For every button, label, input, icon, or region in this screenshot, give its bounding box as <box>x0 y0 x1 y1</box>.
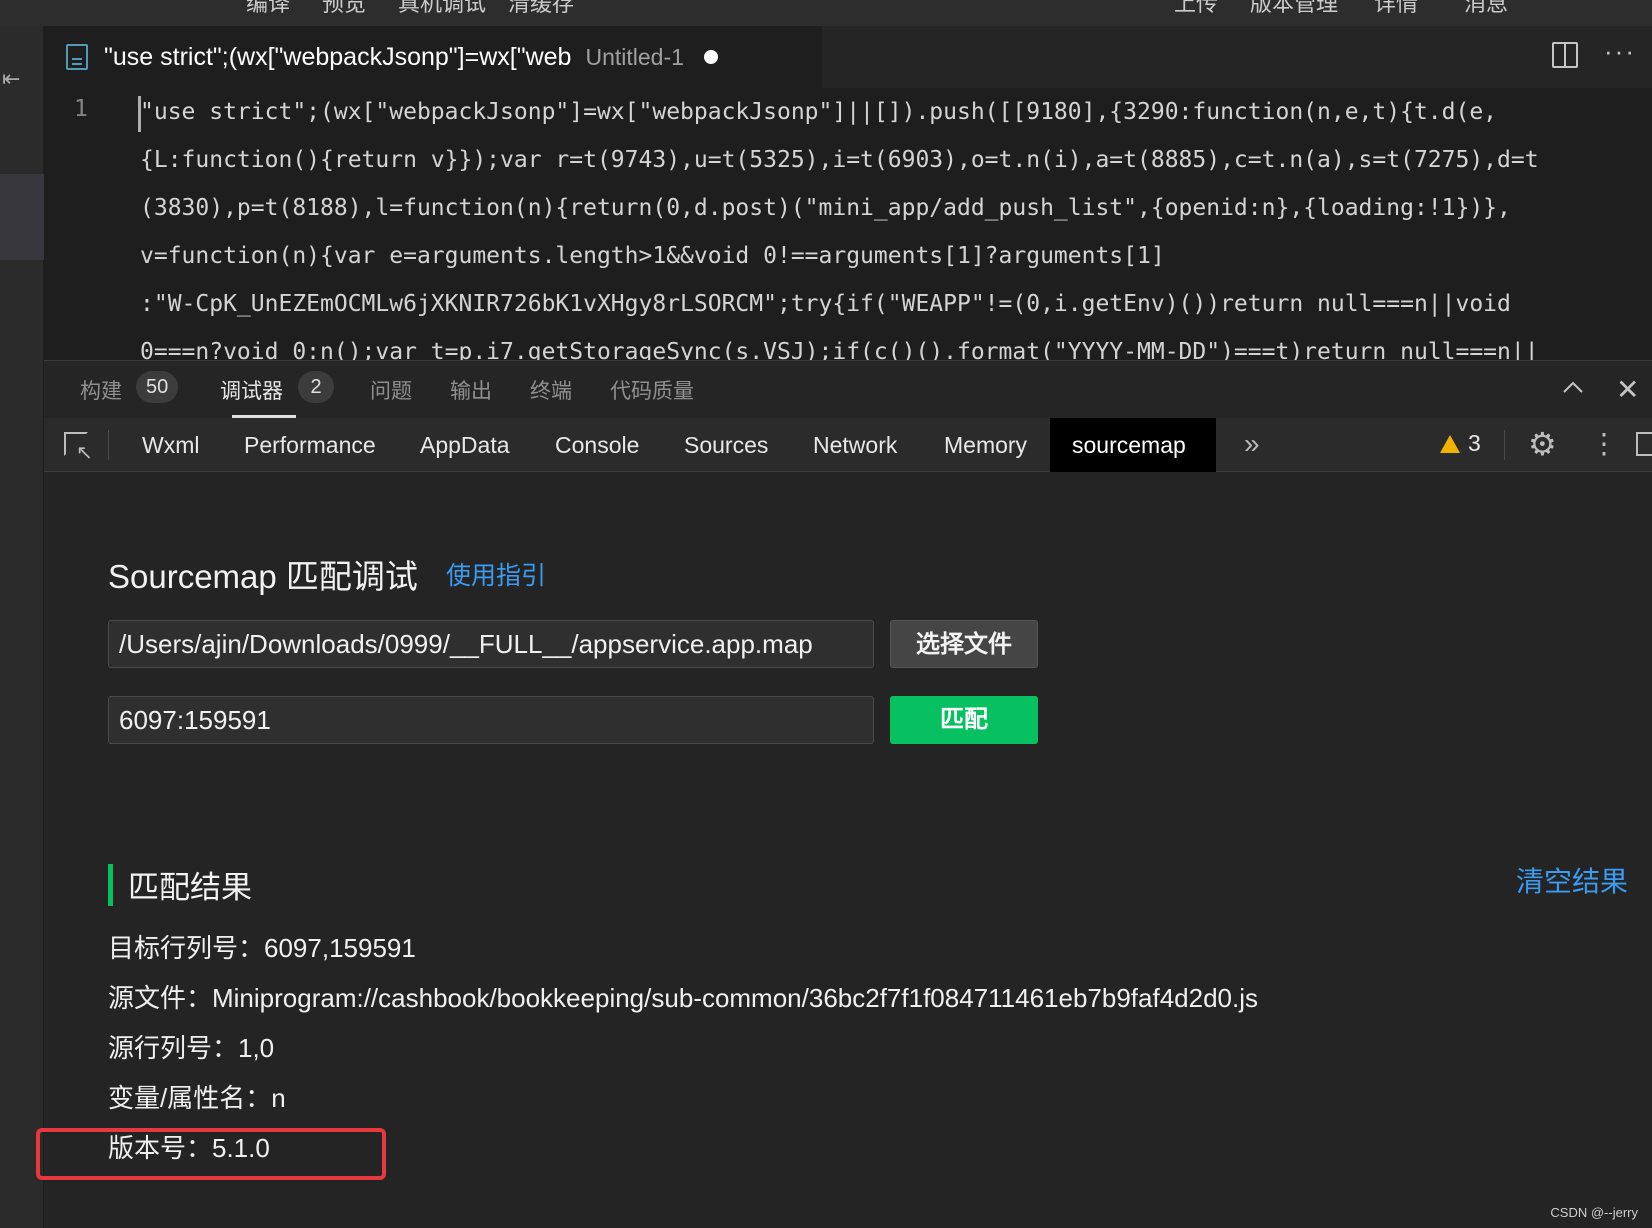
toolbar-remote-debug[interactable]: 真机调试 <box>398 0 486 18</box>
tab-problems[interactable]: 问题 <box>370 375 412 405</box>
watermark: CSDN @--jerry <box>1550 1205 1638 1220</box>
sourcemap-panel: Sourcemap 匹配调试 使用指引 /Users/ajin/Download… <box>44 472 1652 1228</box>
warnings-count: 3 <box>1468 430 1481 456</box>
line-number: 1 <box>74 96 88 122</box>
toolbar-upload[interactable]: 上传 <box>1174 0 1218 18</box>
toolbar-version-manage[interactable]: 版本管理 <box>1250 0 1338 18</box>
page-title: Sourcemap 匹配调试 <box>108 558 418 595</box>
toolbar-compile[interactable]: 编译 <box>246 0 290 18</box>
choose-file-button[interactable]: 选择文件 <box>890 620 1038 668</box>
sourcemap-file-path-field[interactable]: /Users/ajin/Downloads/0999/__FULL__/apps… <box>108 620 874 668</box>
devtools-tab-network[interactable]: Network <box>791 418 919 472</box>
tab-terminal[interactable]: 终端 <box>530 375 572 405</box>
devtools-tab-wxml[interactable]: Wxml <box>120 418 221 472</box>
more-tabs-icon[interactable]: » <box>1244 428 1260 460</box>
result-variable-name: 变量/属性名：n <box>108 1083 286 1113</box>
devtools-tab-sources[interactable]: Sources <box>662 418 790 472</box>
divider <box>1504 430 1505 460</box>
chevron-up-icon[interactable] <box>1560 375 1586 401</box>
panel-tab-bar: 构建 50 调试器 2 问题 输出 终端 代码质量 ✕ <box>44 360 1652 418</box>
devtools-tab-memory[interactable]: Memory <box>922 418 1049 472</box>
editor-tab[interactable]: "use strict";(wx["webpackJsonp"]=wx["web… <box>44 26 822 88</box>
toolbar-messages[interactable]: 消息 <box>1464 0 1508 18</box>
devtools-tab-performance[interactable]: Performance <box>222 418 398 472</box>
code-line: :"W-CpK_UnEZEmOCMLw6jXKNIR726bK1vXHgy8rL… <box>140 291 1511 317</box>
code-line: "use strict";(wx["webpackJsonp"]=wx["web… <box>140 99 1498 125</box>
toolbar-clear-cache[interactable]: 清缓存 <box>508 0 574 18</box>
result-target-position: 目标行列号：6097,159591 <box>108 933 416 963</box>
toolbar-preview[interactable]: 预览 <box>322 0 366 18</box>
unsaved-dot-icon[interactable] <box>703 50 718 64</box>
devtools-tab-console[interactable]: Console <box>533 418 661 472</box>
dock-side-icon[interactable] <box>1636 432 1652 456</box>
section-accent-bar <box>108 864 113 906</box>
line-column-input[interactable]: 6097:159591 <box>108 696 874 744</box>
kebab-menu-icon[interactable]: ⋮ <box>1590 426 1618 462</box>
usage-guide-link[interactable]: 使用指引 <box>446 556 546 592</box>
build-count-badge: 50 <box>136 371 179 403</box>
clear-results-link[interactable]: 清空结果 <box>1516 860 1628 900</box>
result-source-position: 源行列号：1,0 <box>108 1033 275 1063</box>
tab-build[interactable]: 构建 <box>80 375 122 405</box>
code-line: (3830),p=t(8188),l=function(n){return(0,… <box>140 195 1511 221</box>
warning-icon <box>1440 434 1460 453</box>
cursor-arrow-icon: ↖ <box>76 442 93 464</box>
close-panel-icon[interactable]: ✕ <box>1616 376 1639 404</box>
tab-output[interactable]: 输出 <box>450 375 492 405</box>
more-actions-icon[interactable]: ··· <box>1604 36 1636 67</box>
devtools-tab-appdata[interactable]: AppData <box>398 418 532 472</box>
gear-icon[interactable]: ⚙ <box>1528 428 1557 460</box>
match-result-heading: 匹配结果 <box>128 870 252 905</box>
split-editor-icon[interactable] <box>1552 42 1578 68</box>
collapse-sidebar-icon[interactable]: ⇤ <box>2 66 20 92</box>
tab-code-quality[interactable]: 代码质量 <box>610 375 694 405</box>
tab-debugger[interactable]: 调试器 <box>220 375 283 405</box>
code-line: 0===n?void 0:n();var t=p.i7.getStorageSy… <box>140 339 1539 360</box>
activity-selected-item[interactable] <box>0 174 44 260</box>
file-icon <box>66 44 88 70</box>
tab-title: "use strict";(wx["webpackJsonp"]=wx["web <box>104 42 572 71</box>
code-editor[interactable]: 1 "use strict";(wx["webpackJsonp"]=wx["w… <box>44 88 1652 360</box>
editor-tab-bar: "use strict";(wx["webpackJsonp"]=wx["web… <box>44 26 1652 88</box>
top-toolbar: 编译 预览 真机调试 清缓存 上传 版本管理 详情 消息 <box>0 0 1652 26</box>
red-highlight-annotation <box>36 1128 386 1180</box>
debugger-count-badge: 2 <box>298 371 334 403</box>
activity-bar: ⇤ <box>0 26 44 1228</box>
code-line: {L:function(){return v}});var r=t(9743),… <box>140 147 1539 173</box>
warnings-indicator[interactable]: 3 <box>1440 430 1481 457</box>
toolbar-details[interactable]: 详情 <box>1374 0 1418 18</box>
divider <box>108 430 109 460</box>
code-line: v=function(n){var e=arguments.length>1&&… <box>140 243 1165 269</box>
devtools-tab-sourcemap[interactable]: sourcemap <box>1050 418 1216 472</box>
code-lines: "use strict";(wx["webpackJsonp"]=wx["web… <box>140 88 1650 360</box>
match-button[interactable]: 匹配 <box>890 696 1038 744</box>
tab-description: Untitled-1 <box>585 43 684 70</box>
devtools-tab-bar: ↖ Wxml Performance AppData Console Sourc… <box>44 418 1652 472</box>
result-source-file: 源文件：Miniprogram://cashbook/bookkeeping/s… <box>108 983 1259 1013</box>
